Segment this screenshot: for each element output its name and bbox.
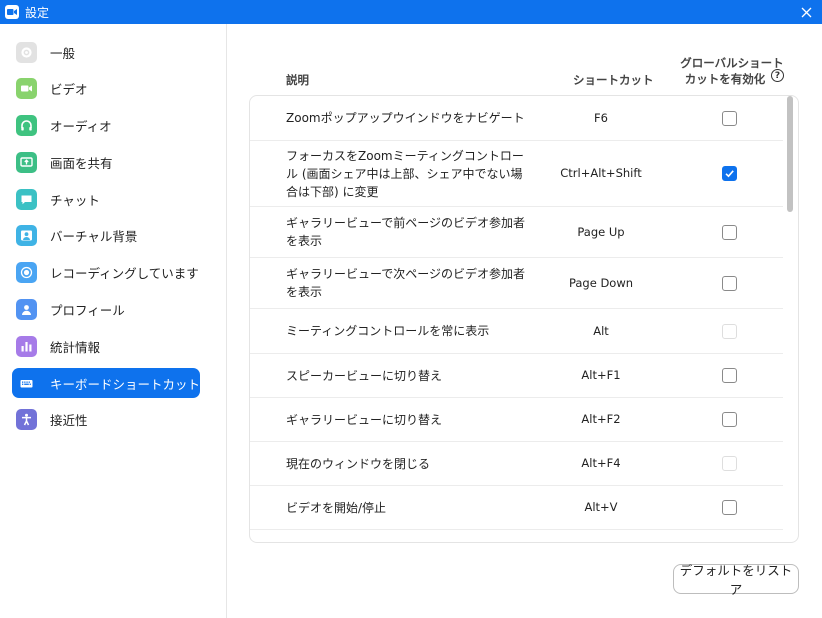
sidebar-item-share-screen[interactable]: 画面を共有: [12, 147, 200, 177]
shortcut-row: ビデオを開始/停止 Alt+V: [250, 486, 783, 530]
shortcut-description: ギャラリービューで次ページのビデオ参加者を表示: [286, 267, 526, 299]
shortcut-row: スピーカービューに切り替え Alt+F1: [250, 354, 783, 398]
shortcut-key[interactable]: Alt+F1: [536, 368, 666, 382]
sidebar-item-label: キーボードショートカット: [50, 376, 201, 392]
shortcut-key[interactable]: Page Down: [536, 276, 666, 290]
settings-sidebar: 一般ビデオオーディオ画面を共有チャットバーチャル背景レコーディングしています プロ…: [0, 24, 227, 618]
window-title: 設定: [25, 5, 50, 20]
shortcut-description: フォーカスをZoomミーティングコントロール (画面シェア中は上部、シェア中でな…: [286, 149, 524, 199]
keyboard-icon: [16, 373, 37, 394]
zoom-app-icon: [5, 5, 19, 19]
profile-icon: [16, 299, 37, 321]
shortcut-row: 現在のウィンドウを閉じる Alt+F4: [250, 442, 783, 486]
shortcut-description: ビデオを開始/停止: [286, 501, 387, 515]
global-shortcut-checkbox: [722, 456, 737, 471]
sidebar-item-video-camera[interactable]: ビデオ: [12, 74, 200, 104]
column-header-shortcut: ショートカット: [573, 73, 654, 87]
sidebar-item-gear[interactable]: 一般: [12, 37, 200, 67]
shortcut-description: スピーカービューに切り替え: [286, 369, 443, 383]
sidebar-item-label: 接近性: [50, 413, 88, 429]
share-screen-icon: [16, 151, 37, 173]
help-icon[interactable]: ?: [771, 69, 784, 82]
shortcut-key[interactable]: Alt+F4: [536, 456, 666, 470]
accessibility-icon: [16, 409, 37, 431]
sidebar-item-statistics[interactable]: 統計情報: [12, 331, 200, 361]
gear-icon: [16, 41, 37, 63]
shortcut-description: 現在のウィンドウを閉じる: [286, 457, 431, 471]
shortcut-key[interactable]: Alt: [536, 324, 666, 338]
sidebar-item-record[interactable]: レコーディングしています: [12, 258, 200, 288]
shortcut-row: ギャラリービューに切り替え Alt+F2: [250, 398, 783, 442]
statistics-icon: [16, 335, 37, 357]
headphones-icon: [16, 115, 37, 137]
shortcut-description: ギャラリービューで前ページのビデオ参加者を表示: [286, 216, 526, 248]
global-shortcut-checkbox[interactable]: [722, 224, 737, 240]
sidebar-item-label: 画面を共有: [50, 155, 113, 171]
column-header-global-line1: グローバルショート: [680, 56, 784, 70]
shortcut-list: Zoomポップアップウインドウをナビゲート F6 フォーカスをZoomミーティングコ…: [249, 95, 799, 543]
chat-bubble-icon: [16, 188, 37, 210]
sidebar-item-chat-bubble[interactable]: チャット: [12, 184, 200, 214]
sidebar-item-keyboard[interactable]: キーボードショートカット: [12, 368, 201, 399]
sidebar-item-label: オーディオ: [50, 119, 112, 135]
global-shortcut-checkbox: [722, 323, 737, 339]
sidebar-item-accessibility[interactable]: 接近性: [12, 405, 200, 435]
global-shortcut-checkbox[interactable]: [722, 110, 737, 126]
shortcut-row: フォーカスをZoomミーティングコントロール (画面シェア中は上部、シェア中でな…: [250, 141, 783, 207]
scrollbar-thumb[interactable]: [787, 96, 793, 212]
shortcut-row: Zoomポップアップウインドウをナビゲート F6: [250, 96, 783, 141]
global-shortcut-checkbox[interactable]: [722, 368, 737, 383]
sidebar-item-label: 一般: [50, 45, 76, 61]
title-bar: 設定: [0, 0, 822, 24]
close-icon[interactable]: [790, 0, 822, 24]
shortcut-key[interactable]: F6: [536, 111, 666, 125]
sidebar-item-headphones[interactable]: オーディオ: [12, 111, 200, 141]
sidebar-item-label: 統計情報: [50, 339, 101, 355]
shortcut-row: ミーティングコントロールを常に表示 Alt: [250, 309, 783, 354]
scrollbar[interactable]: [787, 96, 794, 542]
shortcut-description: ミーティングコントロールを常に表示: [286, 324, 490, 338]
shortcut-key[interactable]: Alt+V: [536, 500, 666, 514]
shortcut-row: ギャラリービューで前ページのビデオ参加者を表示 Page Up: [250, 207, 783, 258]
keyboard-shortcuts-panel: 説明 ショートカット グローバルショート カットを有効化 ? Zoomポップアッ…: [228, 24, 822, 618]
global-shortcut-checkbox[interactable]: [722, 412, 737, 427]
shortcut-key[interactable]: Ctrl+Alt+Shift: [536, 166, 666, 180]
sidebar-item-label: プロフィール: [50, 303, 125, 319]
column-header-description: 説明: [286, 73, 309, 87]
column-header-global-line2: カットを有効化: [684, 72, 766, 86]
sidebar-item-label: ビデオ: [50, 82, 88, 98]
shortcut-key[interactable]: Alt+F2: [536, 412, 666, 426]
shortcut-row: ギャラリービューで次ページのビデオ参加者を表示 Page Down: [250, 258, 783, 309]
sidebar-item-virtual-background[interactable]: バーチャル背景: [12, 221, 200, 251]
global-shortcut-checkbox[interactable]: [722, 275, 737, 291]
restore-defaults-button[interactable]: デフォルトをリストア: [673, 563, 799, 597]
shortcut-key[interactable]: Page Up: [536, 225, 666, 239]
global-shortcut-checkbox[interactable]: [722, 166, 737, 181]
sidebar-item-label: チャット: [50, 192, 100, 208]
global-shortcut-checkbox[interactable]: [722, 500, 737, 515]
video-camera-icon: [16, 78, 37, 100]
shortcut-description: ギャラリービューに切り替え: [286, 413, 443, 427]
sidebar-item-profile[interactable]: プロフィール: [12, 295, 200, 325]
sidebar-item-label: レコーディングしています: [50, 266, 199, 282]
sidebar-item-label: バーチャル背景: [50, 229, 138, 245]
record-icon: [16, 262, 37, 284]
virtual-background-icon: [16, 225, 37, 247]
shortcut-description: Zoomポップアップウインドウをナビゲート: [286, 111, 525, 125]
